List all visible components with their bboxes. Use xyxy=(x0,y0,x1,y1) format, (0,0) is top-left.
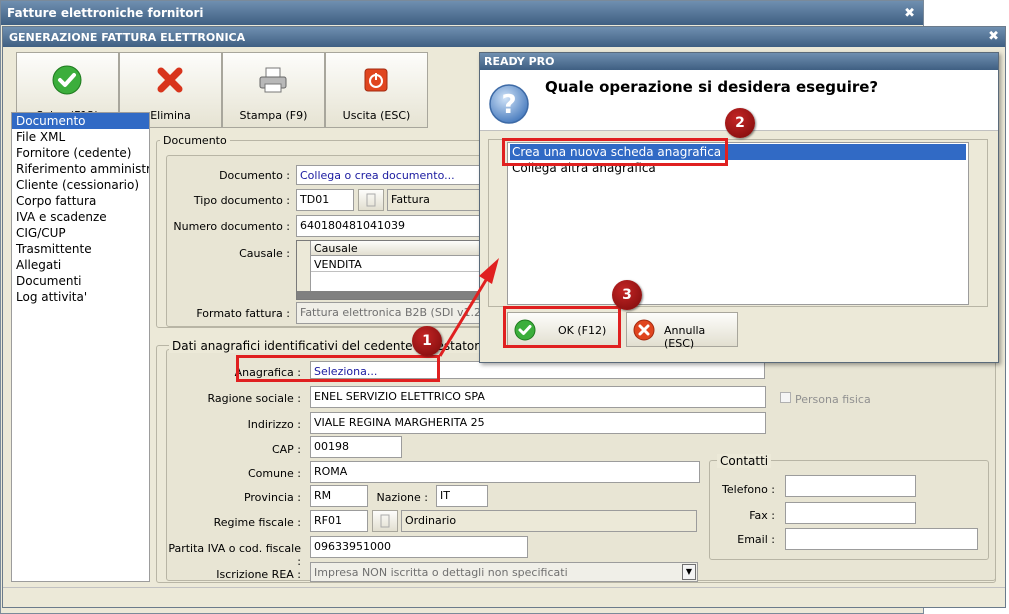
annotation-badge-3: 3 xyxy=(612,280,642,310)
annotation-badge-2: 2 xyxy=(725,108,755,138)
annotation-arrow xyxy=(438,258,499,357)
annotation-badge-1: 1 xyxy=(412,326,442,356)
